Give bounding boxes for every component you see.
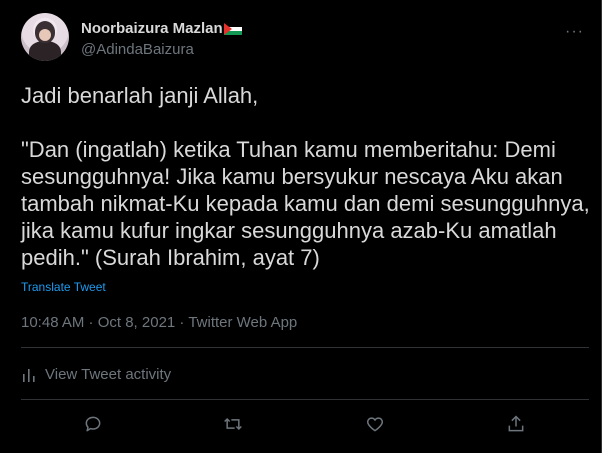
heart-icon	[366, 417, 384, 432]
bar-chart-icon	[23, 368, 35, 382]
tweet-timestamp[interactable]: 10:48 AM · Oct 8, 2021 · Twitter Web App	[21, 314, 297, 331]
tweet-text: Jadi benarlah janji Allah, "Dan (ingatla…	[21, 83, 590, 270]
user-handle[interactable]: @AdindaBaizura	[81, 41, 242, 58]
avatar-body	[29, 41, 61, 61]
reply-icon	[85, 416, 101, 432]
display-name[interactable]: Noorbaizura Mazlan	[81, 20, 223, 37]
share-icon	[508, 415, 524, 432]
like-button[interactable]	[363, 412, 387, 436]
palestine-flag-icon	[223, 22, 242, 35]
retweet-button[interactable]	[221, 412, 245, 436]
more-options-icon[interactable]: ···	[565, 23, 584, 41]
reply-button[interactable]	[81, 412, 105, 436]
view-tweet-activity[interactable]: View Tweet activity	[21, 366, 171, 383]
avatar-face	[35, 21, 55, 43]
tweet-detail: Noorbaizura Mazlan @AdindaBaizura ··· Ja…	[0, 0, 602, 453]
divider	[21, 347, 589, 348]
share-button[interactable]	[504, 412, 528, 436]
view-tweet-activity-label: View Tweet activity	[45, 366, 172, 383]
user-names: Noorbaizura Mazlan @AdindaBaizura	[81, 20, 242, 58]
translate-tweet-link[interactable]: Translate Tweet	[21, 280, 106, 294]
divider	[21, 399, 589, 400]
retweet-icon	[224, 417, 242, 431]
avatar[interactable]	[21, 13, 69, 61]
tweet-header: Noorbaizura Mazlan @AdindaBaizura ···	[21, 13, 589, 63]
tweet-actions	[21, 412, 589, 440]
